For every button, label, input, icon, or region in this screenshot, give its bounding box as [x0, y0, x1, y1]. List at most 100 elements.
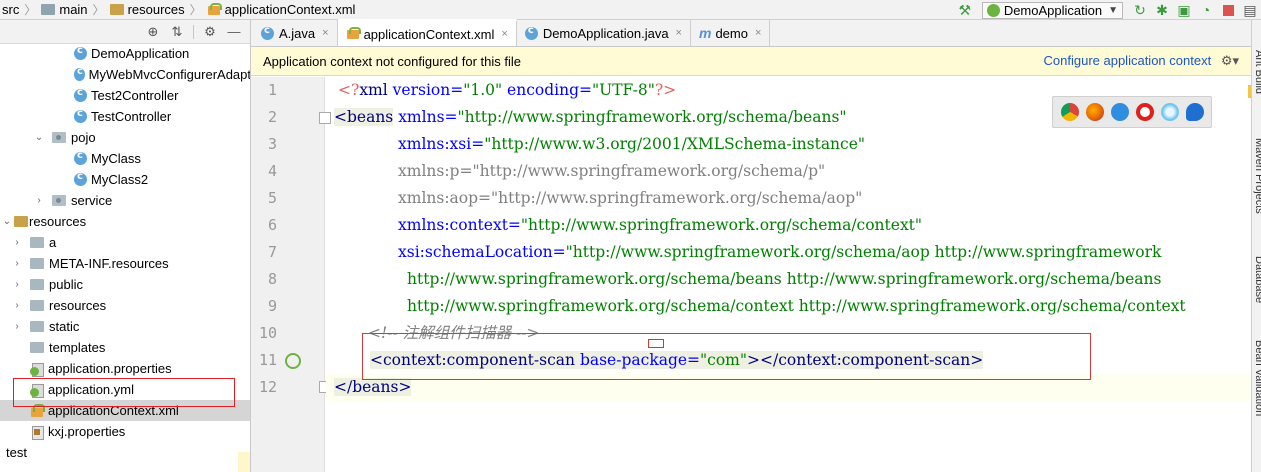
run-configuration-select[interactable]: DemoApplication ▼: [981, 1, 1123, 19]
yandex-icon[interactable]: [1160, 103, 1179, 121]
debug-button[interactable]: ✱: [1151, 0, 1173, 20]
tab-applicationcontext-xml[interactable]: applicationContext.xml ×: [337, 19, 517, 46]
breadcrumb-resources[interactable]: resources: [108, 0, 187, 20]
package-icon: [52, 195, 66, 206]
tree-item-testcontroller[interactable]: TestController: [0, 106, 250, 127]
bug-icon: ✱: [1156, 1, 1168, 18]
tab-a-java[interactable]: A.java ×: [253, 20, 338, 46]
configure-context-link[interactable]: Configure application context: [1044, 53, 1212, 68]
close-icon[interactable]: ×: [322, 27, 328, 39]
tree-item-a[interactable]: › a: [0, 232, 250, 253]
tree-item-application-yml[interactable]: application.yml: [0, 379, 250, 400]
firefox-icon[interactable]: [1085, 103, 1104, 121]
xml-tag: <beans: [334, 108, 394, 126]
xml-attribute: encoding=: [502, 81, 592, 99]
rerun-button[interactable]: ↻: [1129, 0, 1151, 20]
project-panel-toolbar: ⊕ ⇅ ⚙ —: [0, 20, 250, 44]
close-icon[interactable]: ×: [755, 27, 761, 39]
hide-panel-icon[interactable]: —: [224, 22, 244, 42]
gear-icon[interactable]: ⚙: [200, 22, 220, 42]
project-structure-button[interactable]: ▤: [1239, 0, 1261, 20]
coverage-icon: ▣: [1177, 1, 1191, 18]
code-line-7: xsi:schemaLocation="http://www.springfra…: [398, 239, 1161, 266]
maven-icon: m: [698, 25, 712, 41]
line-number: 4: [267, 162, 277, 180]
current-line-highlight: [326, 374, 1251, 401]
chevron-down-icon[interactable]: ⌄: [0, 216, 14, 227]
tree-item-applicationcontext-xml[interactable]: applicationContext.xml: [0, 400, 250, 421]
profile-button[interactable]: ◔: [1195, 0, 1217, 20]
project-tree: DemoApplication MyWebMvcConfigurerAdapt …: [0, 43, 250, 463]
chevron-right-icon[interactable]: ›: [32, 195, 46, 206]
tree-item-label: applicationContext.xml: [48, 403, 179, 418]
coverage-button[interactable]: ▣: [1173, 0, 1195, 20]
breadcrumb-file[interactable]: applicationContext.xml: [205, 0, 358, 20]
tree-item-application-properties[interactable]: application.properties: [0, 358, 250, 379]
chevron-right-icon[interactable]: ›: [10, 237, 24, 248]
spring-boot-icon: [986, 3, 1000, 17]
xml-value: "com": [700, 351, 748, 369]
chevron-right-icon[interactable]: ›: [10, 258, 24, 269]
tree-item-static[interactable]: › static: [0, 316, 250, 337]
tree-item-public[interactable]: › public: [0, 274, 250, 295]
xml-value: "http://www.w3.org/2001/XMLSchema-instan…: [484, 135, 866, 153]
tree-item-mywebmvcconfigureradapter[interactable]: MyWebMvcConfigurerAdapt: [0, 64, 250, 85]
breadcrumb-main-label: main: [59, 2, 88, 17]
tree-item-kxj-properties[interactable]: kxj.properties: [0, 421, 250, 442]
close-icon[interactable]: ×: [501, 28, 507, 40]
breadcrumb-src[interactable]: src: [0, 0, 21, 20]
collapse-all-icon[interactable]: ⇅: [167, 22, 187, 42]
chevron-right-icon[interactable]: ›: [10, 300, 24, 311]
opera-icon[interactable]: [1135, 103, 1154, 121]
chevron-right-icon[interactable]: ›: [10, 279, 24, 290]
scroll-marker: [1248, 95, 1251, 98]
code-editor[interactable]: <?xml version="1.0" encoding="UTF-8"?> <…: [326, 77, 1251, 472]
tree-item-resources-root[interactable]: ⌄ resources: [0, 211, 250, 232]
folder-icon: [30, 321, 44, 332]
tree-item-test2controller[interactable]: Test2Controller: [0, 85, 250, 106]
edge-icon[interactable]: [1185, 103, 1204, 121]
class-icon: [74, 171, 87, 186]
tree-item-templates[interactable]: templates: [0, 337, 250, 358]
spring-bean-icon[interactable]: [285, 353, 301, 369]
chrome-icon[interactable]: [1060, 103, 1079, 121]
breadcrumb-main[interactable]: main: [39, 0, 89, 20]
tree-item-label: MyClass2: [91, 172, 149, 187]
toolbar-divider: [193, 24, 194, 39]
tree-item-demoapplication[interactable]: DemoApplication: [0, 43, 250, 64]
tree-item-myclass[interactable]: MyClass: [0, 148, 250, 169]
tab-demoapplication-java[interactable]: DemoApplication.java ×: [517, 20, 691, 46]
folder-icon: [30, 342, 44, 353]
tree-item-label: pojo: [71, 130, 96, 145]
safari-icon[interactable]: [1110, 103, 1129, 121]
line-number: 3: [267, 135, 277, 153]
ant-build-tab[interactable]: Ant Build: [1253, 50, 1261, 94]
tree-item-myclass2[interactable]: MyClass2: [0, 169, 250, 190]
tree-item-pojo[interactable]: ⌄ pojo: [0, 127, 250, 148]
line-number: 9: [267, 297, 277, 315]
tab-demo[interactable]: m demo ×: [691, 20, 771, 46]
stop-button[interactable]: [1217, 0, 1239, 20]
chevron-right-icon[interactable]: ›: [10, 321, 24, 332]
xml-value: "UTF-8": [592, 81, 655, 99]
tree-item-meta-inf-resources[interactable]: › META-INF.resources: [0, 253, 250, 274]
gear-icon[interactable]: ⚙▾: [1221, 53, 1239, 68]
tree-item-resources[interactable]: › resources: [0, 295, 250, 316]
xml-comment: <!-- 注解组件扫描器 -->: [368, 324, 540, 342]
class-icon: [74, 87, 87, 102]
line-number-gutter: 1 2 3 4 5 6 7 8 9 10 11 12: [251, 77, 331, 472]
profiler-icon: ◔: [1201, 2, 1211, 18]
spring-properties-icon: [30, 362, 44, 377]
tree-item-label: TestController: [91, 109, 172, 124]
locate-icon[interactable]: ⊕: [143, 22, 163, 42]
close-icon[interactable]: ×: [676, 27, 682, 39]
class-icon: [524, 25, 538, 40]
database-tab[interactable]: Database: [1253, 256, 1261, 303]
maven-projects-tab[interactable]: Maven Projects: [1253, 138, 1261, 214]
build-button[interactable]: ⚒: [954, 0, 976, 20]
chevron-down-icon[interactable]: ⌄: [32, 132, 46, 143]
tree-item-test[interactable]: test: [0, 442, 250, 463]
class-icon: [261, 25, 274, 40]
tree-item-service[interactable]: › service: [0, 190, 250, 211]
bean-validation-tab[interactable]: Bean Validation: [1253, 340, 1261, 416]
